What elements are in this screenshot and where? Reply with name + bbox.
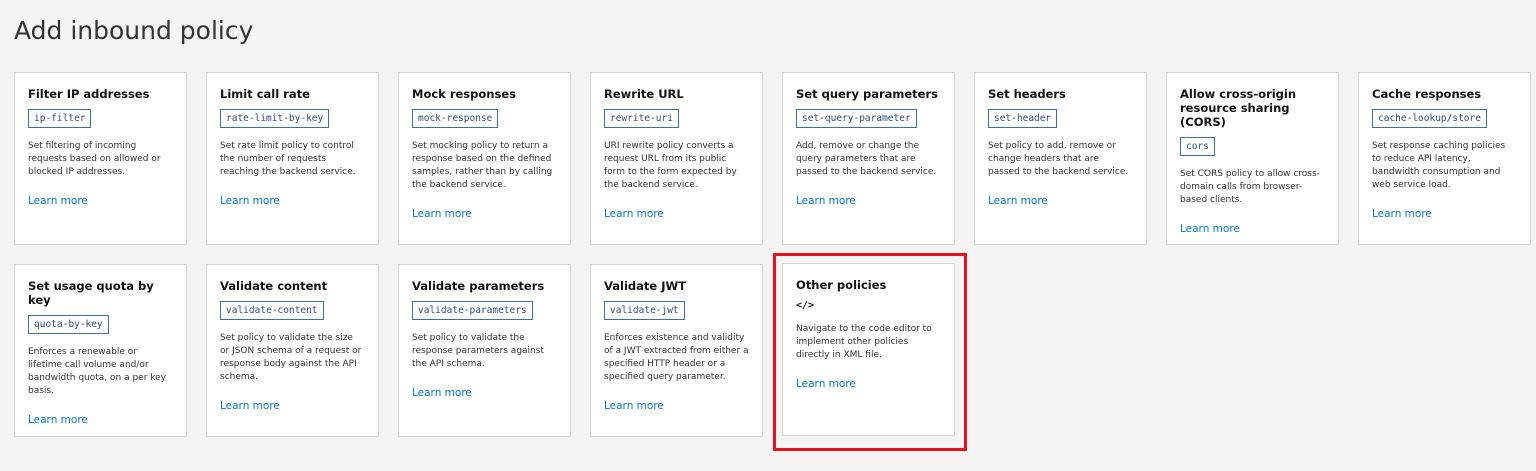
policy-description: Enforces a renewable or lifetime call vo… xyxy=(28,347,167,396)
policy-card[interactable]: Filter IP addresses ip-filter Set filterin… xyxy=(14,72,187,245)
policy-description: Set response caching policies to reduce … xyxy=(1372,141,1506,190)
policy-code-badge: validate-content xyxy=(220,301,324,320)
policy-card[interactable]: Set headers set-header Set policy to add, … xyxy=(974,72,1147,245)
learn-more-link[interactable]: Learn more xyxy=(412,208,557,220)
policy-title: Validate content xyxy=(220,279,328,293)
policy-code-badge: validate-parameters xyxy=(412,301,533,320)
policy-title: Limit call rate xyxy=(220,87,310,101)
policy-code-badge: cache-lookup/store xyxy=(1372,109,1487,128)
policy-description: Set filtering of incoming requests based… xyxy=(28,141,161,177)
policy-title: Filter IP addresses xyxy=(28,87,150,101)
policy-title: Validate parameters xyxy=(412,279,545,293)
policy-description: Set CORS policy to allow cross-domain ca… xyxy=(1180,169,1320,205)
policy-description: Set rate limit policy to control the num… xyxy=(220,141,356,177)
policy-code-badge: quota-by-key xyxy=(28,315,109,334)
learn-more-link[interactable]: Learn more xyxy=(220,400,365,412)
learn-more-link[interactable]: Learn more xyxy=(1372,208,1517,220)
learn-more-link[interactable]: Learn more xyxy=(1180,223,1325,235)
policy-card[interactable]: Mock responses mock-response Set mocking p… xyxy=(398,72,571,245)
policy-description: Set policy to validate the response para… xyxy=(412,333,544,369)
policy-code-badge: validate-jwt xyxy=(604,301,685,320)
policy-card[interactable]: Rewrite URL rewrite-uri URI rewrite policy… xyxy=(590,72,763,245)
learn-more-link[interactable]: Learn more xyxy=(28,195,173,207)
page-title: Add inbound policy xyxy=(14,16,254,45)
policy-card[interactable]: Validate JWT validate-jwt Enforces existen… xyxy=(590,264,763,437)
learn-more-link[interactable]: Learn more xyxy=(220,195,365,207)
policy-code-badge: cors xyxy=(1180,137,1215,156)
policy-card[interactable]: Cache responses cache-lookup/store Set res… xyxy=(1358,72,1531,245)
policy-title: Set headers xyxy=(988,87,1066,101)
policy-card[interactable]: Set query parameters set-query-parameter A… xyxy=(782,72,955,245)
policy-code-badge: set-query-parameter xyxy=(796,109,917,128)
policy-code-badge: mock-response xyxy=(412,109,499,128)
learn-more-link[interactable]: Learn more xyxy=(412,387,557,399)
policy-title: Mock responses xyxy=(412,87,516,101)
policy-code-badge: rewrite-uri xyxy=(604,109,679,128)
policy-title: Cache responses xyxy=(1372,87,1482,101)
policy-description: URI rewrite policy converts a request UR… xyxy=(604,141,737,190)
learn-more-link[interactable]: Learn more xyxy=(604,400,749,412)
policy-title: Set usage quota by key xyxy=(28,279,154,307)
policy-title: Validate JWT xyxy=(604,279,687,293)
learn-more-link[interactable]: Learn more xyxy=(796,195,941,207)
policy-description: Enforces existence and validity of a JWT… xyxy=(604,333,749,382)
policy-description: Set policy to add, remove or change head… xyxy=(988,141,1129,177)
policy-card[interactable]: Validate parameters validate-parameters Se… xyxy=(398,264,571,437)
policy-card[interactable]: Limit call rate rate-limit-by-key Set rate… xyxy=(206,72,379,245)
learn-more-link[interactable]: Learn more xyxy=(988,195,1133,207)
learn-more-link[interactable]: Learn more xyxy=(604,208,749,220)
policy-card[interactable]: Validate content validate-content Set poli… xyxy=(206,264,379,437)
policy-description: Set policy to validate the size or JSON … xyxy=(220,333,362,382)
policy-description: Set mocking policy to return a response … xyxy=(412,141,553,190)
highlight-box xyxy=(773,253,967,451)
policy-title: Set query parameters xyxy=(796,87,938,101)
policy-card[interactable]: Set usage quota by key quota-by-key Enforc… xyxy=(14,264,187,437)
policy-code-badge: set-header xyxy=(988,109,1058,128)
policy-title: Allow cross-origin resource sharing (COR… xyxy=(1180,87,1297,129)
policy-description: Add, remove or change the query paramete… xyxy=(796,141,937,177)
policy-code-badge: ip-filter xyxy=(28,109,92,128)
policy-card[interactable]: Allow cross-origin resource sharing (COR… xyxy=(1166,72,1339,245)
learn-more-link[interactable]: Learn more xyxy=(28,414,173,426)
policy-title: Rewrite URL xyxy=(604,87,684,101)
policy-code-badge: rate-limit-by-key xyxy=(220,109,330,128)
